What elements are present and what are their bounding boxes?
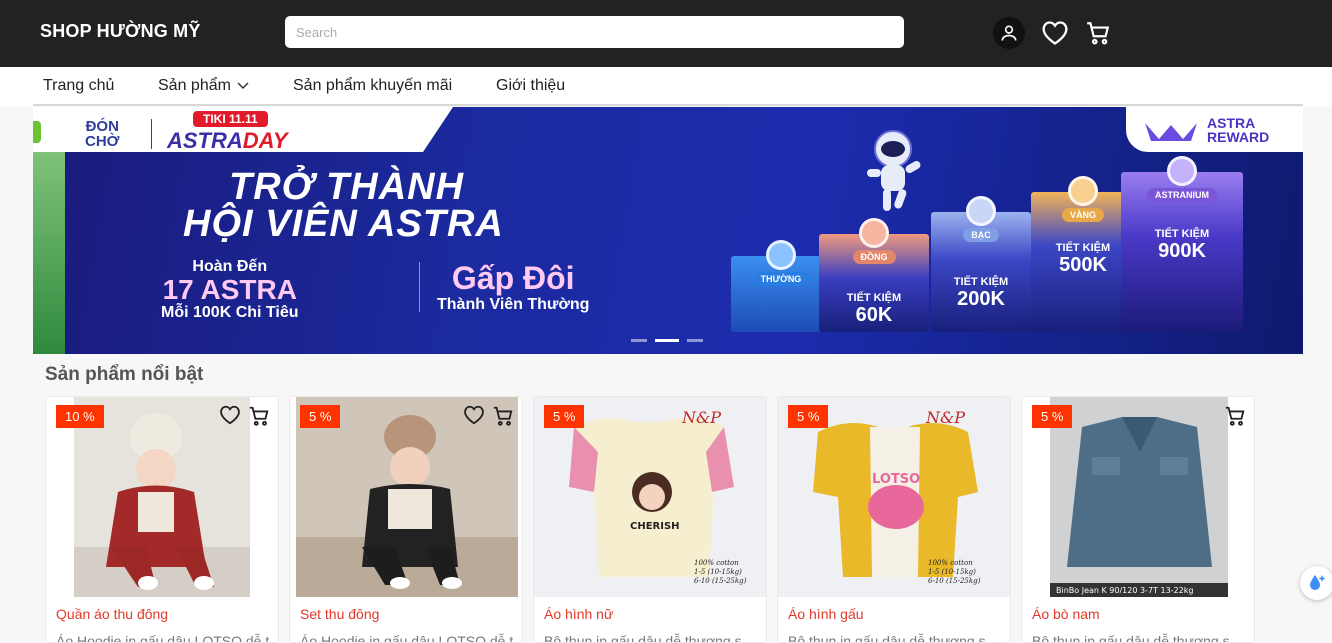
svg-text:1-5 (10-15kg): 1-5 (10-15kg) bbox=[928, 568, 976, 576]
nav-item-home[interactable]: Trang chủ bbox=[43, 77, 114, 95]
cart-icon[interactable] bbox=[248, 405, 270, 427]
svg-text:6-10 (15-25kg): 6-10 (15-25kg) bbox=[694, 577, 747, 585]
promo-banner[interactable]: ĐÓN CHỜ TIKI 11.11 ASTRADAY ASTRA REWARD… bbox=[33, 107, 1303, 354]
tier-thuong: THƯỜNG bbox=[731, 240, 831, 332]
carousel-dots bbox=[631, 339, 703, 342]
product-card[interactable]: CHERISH N&P 100% cotton 1-5 (10-15kg) 6-… bbox=[533, 396, 767, 643]
banner-headline: TRỞ THÀNH HỘI VIÊN ASTRA bbox=[183, 166, 504, 245]
cart-icon[interactable] bbox=[1224, 405, 1246, 427]
product-desc: Áo Hoodie in gấu dâu LOTSO dễ thương bbox=[56, 633, 270, 643]
svg-text:CHERISH: CHERISH bbox=[630, 521, 680, 532]
carousel-dot-active[interactable] bbox=[655, 339, 679, 342]
main-nav: Trang chủ Sản phẩm Sản phẩm khuyến mãi G… bbox=[33, 67, 1303, 106]
product-desc: Áo Hoodie in gấu dâu LOTSO dễ thương bbox=[300, 633, 514, 643]
shop-logo[interactable]: SHOP HƯỜNG MỸ bbox=[40, 21, 201, 42]
tier-dong: ĐỒNG TIẾT KIỆM 60K bbox=[819, 218, 929, 332]
search-input[interactable] bbox=[285, 16, 904, 48]
nav-item-promotions[interactable]: Sản phẩm khuyến mãi bbox=[293, 77, 452, 95]
astronaut-illustration bbox=[867, 130, 921, 211]
cart-icon[interactable] bbox=[492, 405, 514, 427]
astra-reward-logo: ASTRA REWARD bbox=[1207, 115, 1270, 145]
product-desc: Bộ thun in gấu dâu dễ thương s bbox=[788, 633, 986, 643]
product-name[interactable]: Áo bò nam bbox=[1032, 606, 1100, 622]
svg-text:N&P: N&P bbox=[925, 408, 965, 427]
tier-bac: BẠC TIẾT KIỆM 200K bbox=[931, 196, 1031, 332]
discount-badge: 5 % bbox=[544, 405, 585, 428]
user-icon bbox=[1001, 25, 1017, 41]
cart-icon bbox=[1087, 22, 1110, 45]
product-name[interactable]: Áo hình gấu bbox=[788, 606, 864, 622]
chevron-down-icon bbox=[237, 82, 249, 90]
carousel-dot[interactable] bbox=[631, 339, 647, 342]
nav-item-products[interactable]: Sản phẩm bbox=[158, 77, 249, 95]
nav-item-about[interactable]: Giới thiệu bbox=[496, 77, 565, 95]
top-header: SHOP HƯỜNG MỸ bbox=[0, 0, 1332, 67]
tiki-badge: TIKI 11.11 bbox=[193, 111, 268, 127]
cart-button[interactable] bbox=[1082, 17, 1114, 49]
heart-icon[interactable] bbox=[219, 404, 241, 426]
tier-vang: VÀNG TIẾT KIỆM 500K bbox=[1031, 176, 1135, 332]
heart-icon bbox=[1042, 21, 1068, 45]
product-desc: Bộ thun in gấu dâu dễ thương s bbox=[1032, 633, 1230, 643]
product-card[interactable]: BinBo Jean K 90/120 3-7T 13-22kg 5 % Áo … bbox=[1021, 396, 1255, 643]
svg-text:100% cotton: 100% cotton bbox=[928, 559, 973, 567]
svg-text:N&P: N&P bbox=[681, 408, 721, 427]
product-name[interactable]: Set thu đông bbox=[300, 606, 379, 622]
product-name[interactable]: Áo hình nữ bbox=[544, 606, 613, 622]
svg-text:100% cotton: 100% cotton bbox=[694, 559, 739, 567]
svg-text:LOTSO: LOTSO bbox=[872, 472, 920, 487]
discount-badge: 5 % bbox=[1032, 405, 1073, 428]
banner-don-cho: ĐÓN CHỜ bbox=[85, 118, 120, 150]
sparkle-droplet-icon bbox=[1310, 575, 1326, 590]
product-card[interactable]: 5 % Set thu đông Áo Hoodie in gấu dâu LO… bbox=[289, 396, 523, 643]
discount-badge: 5 % bbox=[788, 405, 829, 428]
wishlist-button[interactable] bbox=[1039, 17, 1071, 49]
carousel-dot[interactable] bbox=[687, 339, 703, 342]
svg-text:1-5 (10-15kg): 1-5 (10-15kg) bbox=[694, 568, 742, 576]
tier-astranium: ASTRANIUM TIẾT KIỆM 900K bbox=[1121, 156, 1243, 332]
discount-badge: 10 % bbox=[56, 405, 104, 428]
user-account-button[interactable] bbox=[993, 17, 1025, 49]
product-card[interactable]: 10 % Quần áo thu đông Áo Hoodie in gấu d… bbox=[45, 396, 279, 643]
floating-chat-button[interactable] bbox=[1300, 566, 1332, 600]
product-name[interactable]: Quần áo thu đông bbox=[56, 606, 168, 622]
discount-badge: 5 % bbox=[300, 405, 341, 428]
product-card[interactable]: LOTSO N&P 100% cotton 1-5 (10-15kg) 6-10… bbox=[777, 396, 1011, 643]
banner-promo-left: Hoàn Đến 17 ASTRA Mỗi 100K Chi Tiêu bbox=[161, 258, 299, 321]
crown-icon bbox=[1145, 123, 1197, 141]
svg-text:BinBo Jean K 90/120 3-7T 13-22: BinBo Jean K 90/120 3-7T 13-22kg bbox=[1056, 586, 1193, 595]
section-title: Sản phẩm nổi bật bbox=[45, 364, 204, 385]
banner-promo-right: Gấp Đôi Thành Viên Thường bbox=[437, 260, 590, 313]
astraday-logo: ASTRADAY bbox=[167, 128, 288, 153]
heart-icon[interactable] bbox=[463, 404, 485, 426]
product-desc: Bộ thun in gấu dâu dễ thương s bbox=[544, 633, 742, 643]
svg-text:6-10 (15-25kg): 6-10 (15-25kg) bbox=[928, 577, 981, 585]
